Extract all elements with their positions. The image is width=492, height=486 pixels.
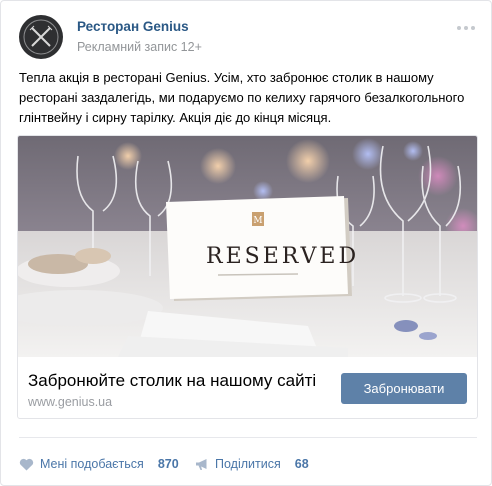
- avatar[interactable]: [19, 15, 63, 59]
- post-header: Ресторан Genius Рекламний запис 12+: [19, 15, 477, 59]
- attachment-photo[interactable]: M RESERVED: [18, 136, 477, 357]
- post-text: Тепла акція в ресторані Genius. Усім, хт…: [19, 68, 477, 128]
- share-label: Поділитися: [215, 457, 281, 471]
- share-button[interactable]: Поділитися 68: [195, 455, 309, 473]
- fork-knife-logo-icon: [23, 19, 59, 55]
- share-count: 68: [294, 457, 309, 471]
- divider: [19, 437, 477, 438]
- like-button[interactable]: Мені подобається 870: [19, 455, 179, 473]
- link-title[interactable]: Забронюйте столик на нашому сайті: [28, 371, 316, 391]
- link-attachment[interactable]: M RESERVED Забронюйте столик на нашому с…: [17, 135, 478, 419]
- post-text-line: глінтвейну і сирну тарілку. Акція діє до…: [19, 110, 332, 125]
- link-domain: www.genius.ua: [28, 395, 113, 409]
- megaphone-icon: [196, 458, 207, 470]
- link-card[interactable]: Забронюйте столик на нашому сайті www.ge…: [18, 357, 477, 418]
- book-button[interactable]: Забронювати: [341, 373, 467, 404]
- heart-icon: [19, 458, 34, 470]
- post-actions: Мені подобається 870 Поділитися 68: [19, 455, 477, 473]
- svg-text:M: M: [253, 216, 262, 226]
- like-count: 870: [157, 457, 179, 471]
- post-text-line: Тепла акція в ресторані Genius. Усім, хт…: [19, 70, 434, 85]
- more-dots-icon[interactable]: [457, 23, 477, 33]
- post-author[interactable]: Ресторан Genius: [77, 19, 189, 34]
- ad-label: Рекламний запис 12+: [77, 40, 202, 54]
- post-text-line: ресторані заздалегідь, ми подаруємо по к…: [19, 90, 465, 105]
- ad-post: Ресторан Genius Рекламний запис 12+ Тепл…: [0, 0, 492, 486]
- like-label: Мені подобається: [40, 457, 144, 471]
- reserved-sign-text: RESERVED: [206, 244, 360, 269]
